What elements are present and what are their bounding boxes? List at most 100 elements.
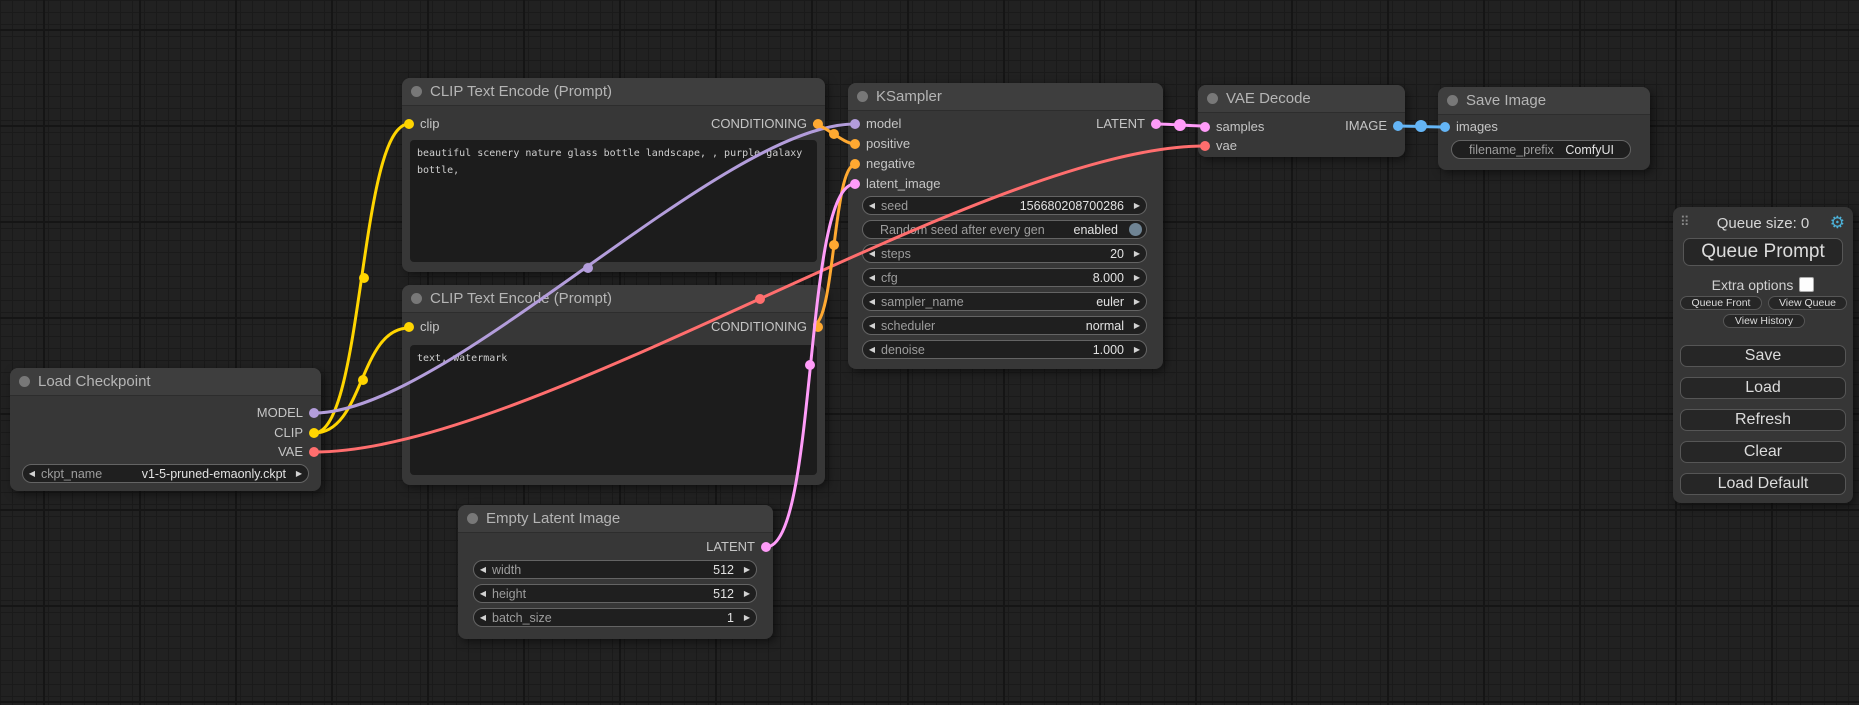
output-slot-clip[interactable]: CLIP xyxy=(274,423,321,443)
widget-denoise[interactable]: ◀ denoise 1.000 ▶ xyxy=(862,340,1147,359)
model-slot-dot-icon[interactable] xyxy=(309,408,319,418)
input-slot-positive[interactable]: positive xyxy=(848,134,910,154)
input-slot-vae[interactable]: vae xyxy=(1198,136,1237,156)
node-collapse-dot-icon[interactable] xyxy=(467,513,478,524)
node-collapse-dot-icon[interactable] xyxy=(857,91,868,102)
widget-seed[interactable]: ◀ seed 156680208700286 ▶ xyxy=(862,196,1147,215)
clip-slot-dot-icon[interactable] xyxy=(404,119,414,129)
node-collapse-dot-icon[interactable] xyxy=(1207,93,1218,104)
decrement-arrow-icon[interactable]: ◀ xyxy=(474,589,492,598)
input-slot-clip[interactable]: clip xyxy=(402,114,440,134)
decrement-arrow-icon[interactable]: ◀ xyxy=(863,321,881,330)
view-history-button[interactable]: View History xyxy=(1723,314,1805,328)
settings-gear-icon[interactable]: ⚙ xyxy=(1830,213,1845,233)
input-slot-latent-image[interactable]: latent_image xyxy=(848,174,940,194)
output-slot-conditioning[interactable]: CONDITIONING xyxy=(711,317,825,337)
node-collapse-dot-icon[interactable] xyxy=(411,86,422,97)
node-clip-text-encode-positive[interactable]: CLIP Text Encode (Prompt) clip CONDITION… xyxy=(402,78,825,272)
node-save-image[interactable]: Save Image images filename_prefix ComfyU… xyxy=(1438,87,1650,170)
latent-slot-dot-icon[interactable] xyxy=(761,542,771,552)
output-slot-latent[interactable]: LATENT xyxy=(1096,114,1163,134)
increment-arrow-icon[interactable]: ▶ xyxy=(738,565,756,574)
refresh-button[interactable]: Refresh xyxy=(1680,409,1846,431)
output-slot-image[interactable]: IMAGE xyxy=(1345,116,1405,136)
node-collapse-dot-icon[interactable] xyxy=(19,376,30,387)
decrement-arrow-icon[interactable]: ◀ xyxy=(474,565,492,574)
extra-options-checkbox[interactable] xyxy=(1799,277,1814,292)
clear-button[interactable]: Clear xyxy=(1680,441,1846,463)
increment-arrow-icon[interactable]: ▶ xyxy=(1128,345,1146,354)
node-title-bar[interactable]: CLIP Text Encode (Prompt) xyxy=(402,285,825,313)
vae-slot-dot-icon[interactable] xyxy=(309,447,319,457)
decrement-arrow-icon[interactable]: ◀ xyxy=(863,249,881,258)
widget-random-seed-toggle[interactable]: Random seed after every gen enabled xyxy=(862,220,1147,239)
decrement-arrow-icon[interactable]: ◀ xyxy=(863,297,881,306)
queue-prompt-button[interactable]: Queue Prompt xyxy=(1683,238,1843,266)
output-slot-vae[interactable]: VAE xyxy=(278,442,321,462)
latent-slot-dot-icon[interactable] xyxy=(1200,122,1210,132)
node-collapse-dot-icon[interactable] xyxy=(1447,95,1458,106)
input-slot-images[interactable]: images xyxy=(1438,117,1498,137)
increment-arrow-icon[interactable]: ▶ xyxy=(1128,321,1146,330)
vae-slot-dot-icon[interactable] xyxy=(1200,141,1210,151)
negative-prompt-textarea[interactable]: text, watermark xyxy=(410,345,817,475)
decrement-arrow-icon[interactable]: ◀ xyxy=(863,345,881,354)
load-default-button[interactable]: Load Default xyxy=(1680,473,1846,495)
node-clip-text-encode-negative[interactable]: CLIP Text Encode (Prompt) clip CONDITION… xyxy=(402,285,825,485)
decrement-arrow-icon[interactable]: ◀ xyxy=(863,273,881,282)
model-slot-dot-icon[interactable] xyxy=(850,119,860,129)
increment-arrow-icon[interactable]: ▶ xyxy=(1128,297,1146,306)
latent-slot-dot-icon[interactable] xyxy=(850,179,860,189)
decrement-arrow-icon[interactable]: ◀ xyxy=(23,469,41,478)
widget-cfg[interactable]: ◀ cfg 8.000 ▶ xyxy=(862,268,1147,287)
node-title-bar[interactable]: KSampler xyxy=(848,83,1163,111)
conditioning-slot-dot-icon[interactable] xyxy=(850,159,860,169)
queue-front-button[interactable]: Queue Front xyxy=(1680,296,1762,310)
widget-filename-prefix[interactable]: filename_prefix ComfyUI xyxy=(1451,140,1631,159)
toggle-circle-icon[interactable] xyxy=(1129,223,1142,236)
decrement-arrow-icon[interactable]: ◀ xyxy=(863,201,881,210)
load-button[interactable]: Load xyxy=(1680,377,1846,399)
node-title-bar[interactable]: Load Checkpoint xyxy=(10,368,321,396)
output-slot-conditioning[interactable]: CONDITIONING xyxy=(711,114,825,134)
clip-slot-dot-icon[interactable] xyxy=(309,428,319,438)
increment-arrow-icon[interactable]: ▶ xyxy=(290,469,308,478)
widget-scheduler[interactable]: ◀ scheduler normal ▶ xyxy=(862,316,1147,335)
input-slot-model[interactable]: model xyxy=(848,114,901,134)
widget-sampler-name[interactable]: ◀ sampler_name euler ▶ xyxy=(862,292,1147,311)
node-ksampler[interactable]: KSampler model positive negative latent_… xyxy=(848,83,1163,369)
conditioning-slot-dot-icon[interactable] xyxy=(813,322,823,332)
node-empty-latent-image[interactable]: Empty Latent Image LATENT ◀ width 512 ▶ … xyxy=(458,505,773,639)
widget-batch-size[interactable]: ◀ batch_size 1 ▶ xyxy=(473,608,757,627)
output-slot-latent[interactable]: LATENT xyxy=(706,537,773,557)
increment-arrow-icon[interactable]: ▶ xyxy=(738,613,756,622)
node-title-bar[interactable]: VAE Decode xyxy=(1198,85,1405,113)
view-queue-button[interactable]: View Queue xyxy=(1768,296,1847,310)
output-slot-model[interactable]: MODEL xyxy=(257,403,321,423)
save-button[interactable]: Save xyxy=(1680,345,1846,367)
increment-arrow-icon[interactable]: ▶ xyxy=(1128,273,1146,282)
increment-arrow-icon[interactable]: ▶ xyxy=(1128,201,1146,210)
node-title-bar[interactable]: Empty Latent Image xyxy=(458,505,773,533)
widget-width[interactable]: ◀ width 512 ▶ xyxy=(473,560,757,579)
input-slot-negative[interactable]: negative xyxy=(848,154,915,174)
image-slot-dot-icon[interactable] xyxy=(1440,122,1450,132)
widget-steps[interactable]: ◀ steps 20 ▶ xyxy=(862,244,1147,263)
node-vae-decode[interactable]: VAE Decode samples vae IMAGE xyxy=(1198,85,1405,157)
increment-arrow-icon[interactable]: ▶ xyxy=(738,589,756,598)
node-load-checkpoint[interactable]: Load Checkpoint MODEL CLIP VAE ◀ ckpt_na… xyxy=(10,368,321,491)
decrement-arrow-icon[interactable]: ◀ xyxy=(474,613,492,622)
conditioning-slot-dot-icon[interactable] xyxy=(813,119,823,129)
node-collapse-dot-icon[interactable] xyxy=(411,293,422,304)
node-title-bar[interactable]: CLIP Text Encode (Prompt) xyxy=(402,78,825,106)
widget-height[interactable]: ◀ height 512 ▶ xyxy=(473,584,757,603)
increment-arrow-icon[interactable]: ▶ xyxy=(1128,249,1146,258)
widget-ckpt-name[interactable]: ◀ ckpt_name v1-5-pruned-emaonly.ckpt ▶ xyxy=(22,464,309,483)
clip-slot-dot-icon[interactable] xyxy=(404,322,414,332)
latent-slot-dot-icon[interactable] xyxy=(1151,119,1161,129)
input-slot-clip[interactable]: clip xyxy=(402,317,440,337)
node-title-bar[interactable]: Save Image xyxy=(1438,87,1650,115)
conditioning-slot-dot-icon[interactable] xyxy=(850,139,860,149)
input-slot-samples[interactable]: samples xyxy=(1198,117,1264,137)
positive-prompt-textarea[interactable]: beautiful scenery nature glass bottle la… xyxy=(410,140,817,262)
